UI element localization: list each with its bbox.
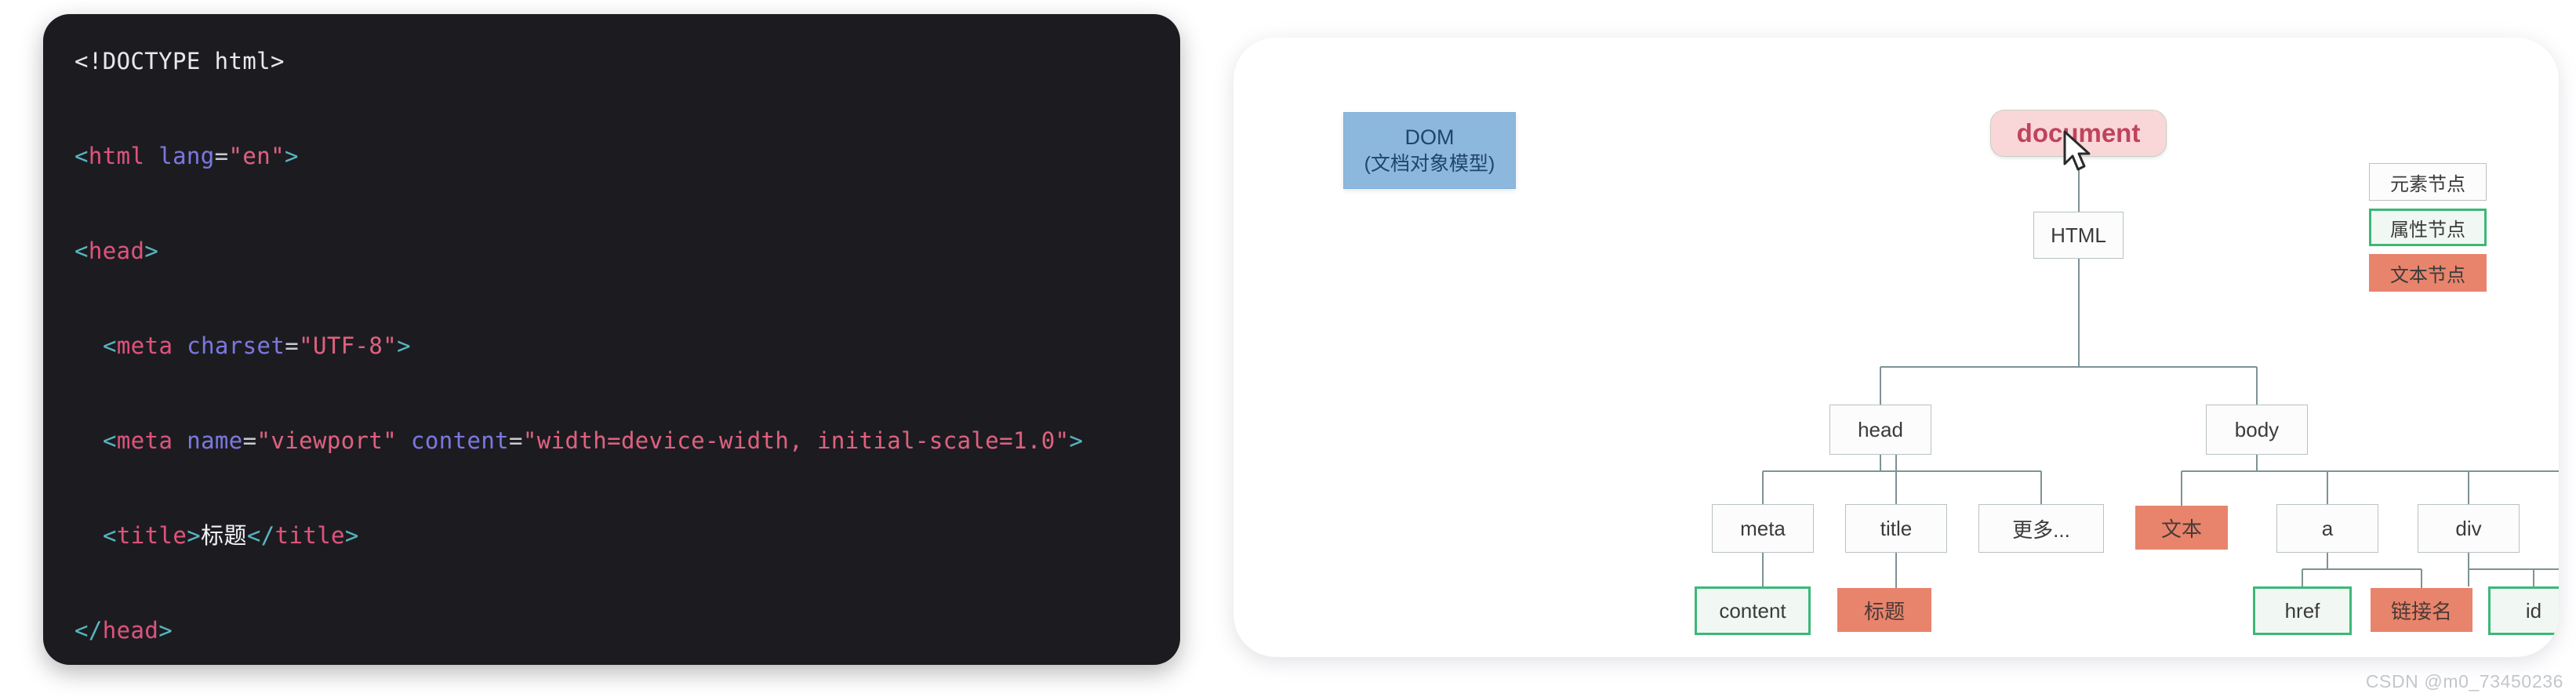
code-token-val: "UTF-8" [299, 332, 398, 359]
legend-text-node: 文本节点 [2369, 254, 2487, 292]
code-token-tag: head [102, 617, 159, 644]
code-line: </head> [43, 607, 1180, 655]
code-token-punct: </ [74, 617, 103, 644]
code-token-punct: < [74, 238, 89, 264]
tree-node-btext[interactable]: 文本 [2135, 506, 2228, 550]
tree-node-biaoti-label: 标题 [1863, 599, 1905, 623]
dom-tree-diagram: DOM (文档对象模型) document 元素节点 属性节点 文本节点 HTM… [1234, 38, 2559, 657]
code-token-eq: = [509, 427, 523, 454]
tree-node-linkname[interactable]: 链接名 [2371, 588, 2472, 632]
tree-node-title[interactable]: title [1845, 504, 1947, 553]
tree-node-body[interactable]: body [2206, 405, 2308, 455]
legend-text-node-label: 文本节点 [2390, 264, 2465, 286]
code-token-attr: charset [187, 332, 285, 359]
code-token-eq: = [285, 332, 300, 359]
tree-node-html-label: HTML [2051, 223, 2106, 247]
code-token-tag: meta [116, 427, 173, 454]
tree-node-document-label: document [2016, 118, 2141, 147]
tree-node-a-label: a [2321, 516, 2334, 540]
code-token-eq: = [242, 427, 257, 454]
code-token-tag: title [274, 522, 345, 549]
dom-tree-diagram-card: DOM (文档对象模型) document 元素节点 属性节点 文本节点 HTM… [1234, 38, 2559, 657]
code-token-punct: < [103, 332, 117, 359]
watermark: CSDN @m0_73450236 [2365, 671, 2563, 692]
legend-attribute-node: 属性节点 [2369, 209, 2487, 246]
tree-node-document[interactable]: document [1990, 110, 2167, 157]
tree-node-meta-label: meta [1740, 516, 1786, 540]
tree-node-biaoti[interactable]: 标题 [1837, 588, 1931, 632]
tree-node-html[interactable]: HTML [2033, 212, 2124, 259]
code-token-punct: < [103, 427, 117, 454]
code-line: <!DOCTYPE html> [43, 38, 1180, 85]
dom-label-subtitle: (文档对象模型) [1364, 153, 1495, 176]
legend-element-node-label: 元素节点 [2390, 173, 2465, 195]
code-token-text: 标题 [201, 522, 247, 549]
tree-node-content-label: content [1719, 598, 1786, 623]
code-token-tag: meta [116, 332, 173, 359]
tree-node-title-label: title [1880, 516, 1913, 540]
tree-node-more1[interactable]: 更多... [1978, 504, 2104, 553]
code-token-val: "viewport" [256, 427, 398, 454]
tree-node-meta[interactable]: meta [1712, 504, 1814, 553]
code-token-punct: > [284, 143, 299, 169]
tree-node-id-label: id [2525, 598, 2542, 623]
code-token-attr: name [187, 427, 243, 454]
code-token-attr: lang [158, 143, 215, 169]
code-snippet-panel: <!DOCTYPE html> <html lang="en"> <head> … [43, 14, 1180, 665]
tree-node-id[interactable]: id [2488, 586, 2559, 635]
dom-label-title: DOM [1404, 125, 1455, 149]
code-line: <title>标题</title> [43, 512, 1180, 560]
code-line: <meta charset="UTF-8"> [43, 322, 1180, 370]
tree-node-a[interactable]: a [2276, 504, 2378, 553]
code-line: <meta name="viewport" content="width=dev… [43, 417, 1180, 465]
code-token-punct: < [103, 522, 117, 549]
code-token-punct: > [397, 332, 412, 359]
code-token-punct: < [74, 143, 89, 169]
code-token-punct: > [1069, 427, 1084, 454]
code-token-punct: > [158, 617, 173, 644]
tree-node-linkname-label: 链接名 [2390, 599, 2452, 623]
dom-label-box: DOM (文档对象模型) [1343, 112, 1516, 189]
tree-node-body-label: body [2234, 417, 2280, 441]
tree-node-href-label: href [2284, 598, 2320, 623]
code-line: <html lang="en"> [43, 133, 1180, 180]
code-lines[interactable]: <!DOCTYPE html> <html lang="en"> <head> … [43, 38, 1180, 665]
tree-node-href[interactable]: href [2253, 586, 2352, 635]
tree-node-btext-label: 文本 [2160, 517, 2202, 541]
tree-node-div-label: div [2455, 516, 2482, 540]
tree-node-content[interactable]: content [1695, 586, 1811, 635]
code-token-val: "width=device-width, initial-scale=1.0" [522, 427, 1070, 454]
code-token-punct: > [344, 522, 359, 549]
code-token-val: "en" [228, 143, 285, 169]
code-token-attr: content [411, 427, 510, 454]
legend-element-node: 元素节点 [2369, 163, 2487, 201]
tree-node-div[interactable]: div [2418, 504, 2520, 553]
code-token-punct: > [144, 238, 159, 264]
code-token-tag: title [116, 522, 187, 549]
tree-node-head[interactable]: head [1829, 405, 1931, 455]
code-token-plain: <!DOCTYPE html> [74, 48, 285, 74]
code-token-tag: head [88, 238, 145, 264]
code-token-punct: </ [246, 522, 275, 549]
screenshot-root: <!DOCTYPE html> <html lang="en"> <head> … [0, 0, 2576, 697]
legend-attribute-node-label: 属性节点 [2390, 219, 2465, 241]
code-line: <head> [43, 227, 1180, 275]
code-token-eq: = [214, 143, 229, 169]
tree-node-head-label: head [1858, 417, 1903, 441]
code-token-tag: html [88, 143, 145, 169]
tree-node-more1-label: 更多... [2012, 517, 2070, 542]
code-token-punct: > [187, 522, 202, 549]
